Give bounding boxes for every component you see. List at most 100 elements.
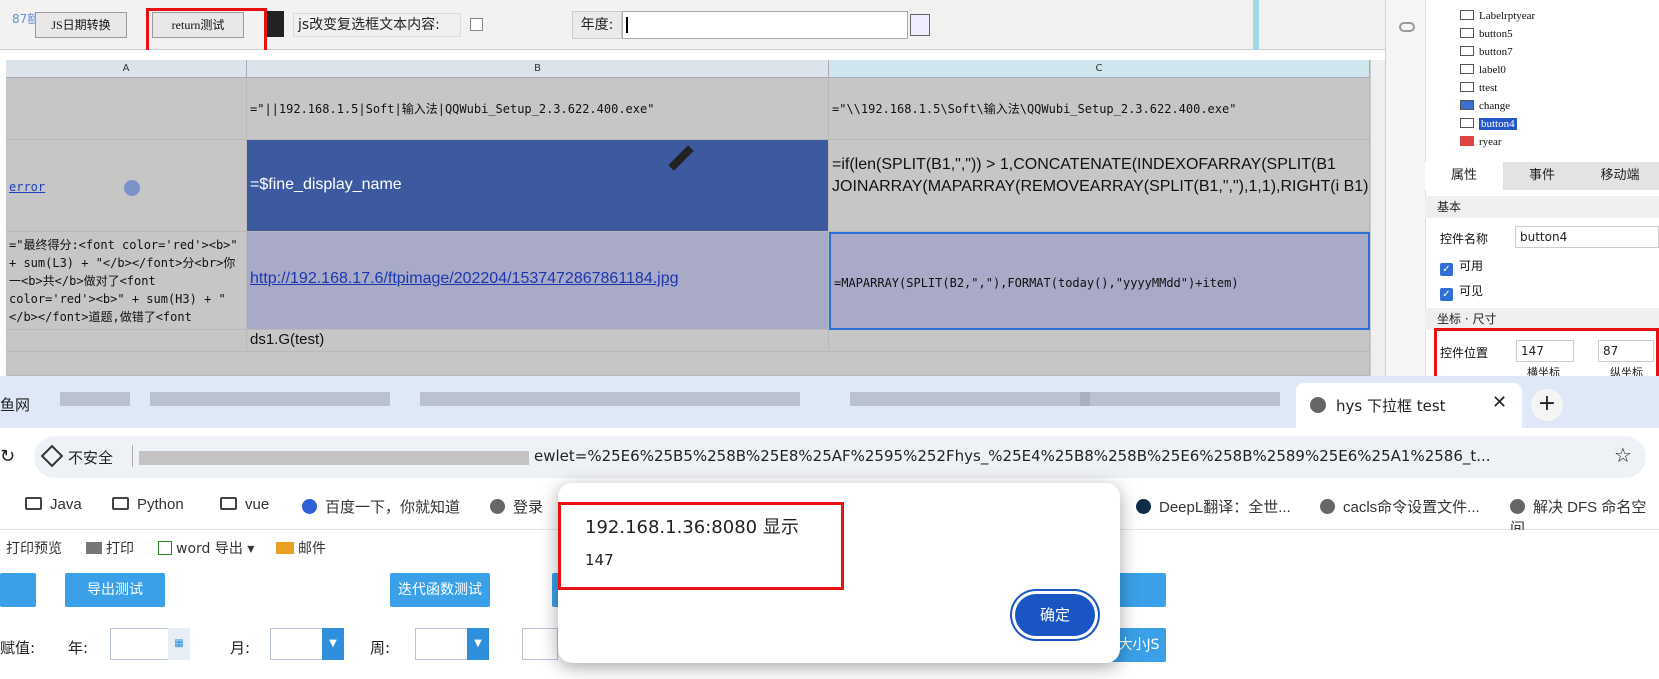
iteration-test-button[interactable]: 迭代函数测试 <box>390 573 490 607</box>
bookmark-baidu[interactable]: 百度一下，你就知道 <box>302 496 460 517</box>
error-link[interactable]: error <box>9 180 45 194</box>
col-header-c[interactable]: C <box>829 60 1370 78</box>
lock-icon[interactable] <box>264 11 284 37</box>
tree-item-label: ryear <box>1479 136 1502 148</box>
link-icon[interactable] <box>1399 22 1415 32</box>
bookmark-cacls[interactable]: cacls命令设置文件... <box>1320 496 1480 517</box>
col-header-b[interactable]: B <box>247 60 829 78</box>
tree-item-label: ttest <box>1479 82 1498 94</box>
col-header-a[interactable]: A <box>6 60 247 78</box>
print-button[interactable]: 打印 <box>86 538 134 558</box>
url-text[interactable]: ewlet=%25E6%25B5%258B%25E8%25AF%2595%252… <box>534 447 1491 465</box>
cell-c4[interactable] <box>829 330 1370 352</box>
calendar-icon[interactable]: ▦ <box>168 628 190 660</box>
panel-strip <box>1386 0 1426 376</box>
cell-a1[interactable] <box>6 78 247 140</box>
alert-dialog: 192.168.1.36:8080 显示 147 <box>558 483 1120 663</box>
dropdown-icon <box>1460 100 1474 110</box>
case-js-button[interactable]: 大小JS <box>1112 628 1166 662</box>
cell-b3[interactable]: http://192.168.17.6/ftpimage/202204/1537… <box>247 232 829 330</box>
chevron-down-icon[interactable]: ▼ <box>467 628 489 660</box>
tab-events[interactable]: 事件 <box>1503 162 1581 190</box>
cell-a2[interactable]: error <box>6 140 247 232</box>
chevron-down-icon[interactable]: ▼ <box>322 628 344 660</box>
not-secure-label[interactable]: 不安全 <box>68 447 113 468</box>
address-bar[interactable]: 不安全 ewlet=%25E6%25B5%258B%25E8%25AF%2595… <box>34 436 1646 478</box>
export-test-button[interactable]: 导出测试 <box>65 573 165 607</box>
section-basic[interactable]: 基本 <box>1425 196 1659 218</box>
chevron-down-icon[interactable] <box>124 180 140 196</box>
check-icon: ✓ <box>1440 263 1453 276</box>
tab-mobile[interactable]: 移动端 <box>1581 162 1659 190</box>
tree-item-selected[interactable]: button4 <box>1460 118 1517 130</box>
tree-item[interactable]: label0 <box>1460 64 1506 76</box>
control-name-input[interactable]: button4 <box>1515 226 1659 248</box>
close-icon[interactable]: ✕ <box>1492 392 1507 413</box>
cell-b2[interactable]: =$fine_display_name <box>247 140 829 232</box>
bookmark-vue[interactable]: vue <box>220 496 269 513</box>
print-preview-button[interactable]: 打印预览 <box>6 538 62 558</box>
image-url-link[interactable]: http://192.168.17.6/ftpimage/202204/1537… <box>250 270 679 287</box>
cell-c3[interactable]: =MAPARRAY(SPLIT(B2,","),FORMAT(today(),"… <box>829 232 1370 330</box>
property-tabs: 属性 事件 移动端 <box>1425 162 1659 190</box>
bookmark-python[interactable]: Python <box>112 496 184 513</box>
js-change-label: js改变复选框文本内容: <box>293 13 461 37</box>
extra-field[interactable] <box>522 628 558 660</box>
hidden-button-right[interactable] <box>1112 573 1166 607</box>
tree-item-label: change <box>1479 100 1511 112</box>
section-position[interactable]: 坐标 · 尺寸 <box>1425 308 1659 330</box>
button-icon <box>1460 46 1474 56</box>
warning-icon[interactable] <box>40 444 64 468</box>
enabled-option[interactable]: ✓ 可用 <box>1440 257 1483 276</box>
tree-item[interactable]: button5 <box>1460 28 1513 40</box>
reload-icon[interactable]: ↻ <box>0 446 15 467</box>
check-icon: ✓ <box>1440 288 1453 301</box>
cell-a3[interactable]: ="最终得分:<font color='red'><b>" + sum(L3) … <box>6 232 247 330</box>
cut-off-button[interactable] <box>0 573 36 607</box>
tree-item[interactable]: ryear <box>1460 136 1502 148</box>
tree-item[interactable]: button7 <box>1460 46 1513 58</box>
blurred-tab <box>150 392 390 406</box>
cell-b4[interactable]: ds1.G(test) <box>247 330 829 352</box>
cell-c1[interactable]: ="\\192.168.1.5\Soft\输入法\QQWubi_Setup_2.… <box>829 78 1370 140</box>
tree-item-label: label0 <box>1479 64 1506 76</box>
new-tab-plus-icon[interactable]: + <box>1531 389 1563 421</box>
bookmark-label: DeepL翻译：全世... <box>1159 499 1291 516</box>
tree-item-label: button4 <box>1479 118 1517 130</box>
print-label: 打印 <box>106 541 134 557</box>
visible-option[interactable]: ✓ 可见 <box>1440 282 1483 301</box>
bookmark-deepl[interactable]: DeepL翻译：全世... <box>1136 496 1291 517</box>
return-test-button[interactable]: return测试 <box>152 12 244 38</box>
bookmark-label: vue <box>245 496 270 513</box>
tree-item[interactable]: change <box>1460 100 1510 112</box>
bookmark-label: 百度一下，你就知道 <box>325 499 461 516</box>
checkbox-icon <box>1460 82 1474 92</box>
tab-properties[interactable]: 属性 <box>1425 162 1503 190</box>
mail-button[interactable]: 邮件 <box>276 538 326 558</box>
word-export-label: word 导出 <box>176 541 243 557</box>
year-input[interactable] <box>622 11 908 39</box>
cell-c2[interactable]: =if(len(SPLIT(B1,",")) > 1,CONCATENATE(I… <box>829 140 1370 232</box>
folder-icon <box>112 497 129 510</box>
y-coordinate-input[interactable]: 87 <box>1598 340 1654 362</box>
tree-item[interactable]: Labelrptyear <box>1460 10 1535 22</box>
sheet-scrollbar[interactable] <box>1370 60 1385 376</box>
year-label: 年度: <box>572 11 622 39</box>
ok-button[interactable]: 确定 <box>1015 594 1095 636</box>
active-tab[interactable]: hys 下拉框 test ✕ <box>1296 383 1522 428</box>
cell-a4[interactable] <box>6 330 247 352</box>
divider <box>1253 0 1259 50</box>
tree-item[interactable]: ttest <box>1460 82 1497 94</box>
star-icon[interactable]: ☆ <box>1614 443 1632 467</box>
blurred-host <box>139 451 529 465</box>
word-export-button[interactable]: word 导出 ▾ <box>158 538 254 558</box>
bookmark-java[interactable]: Java <box>25 496 82 513</box>
bookmark-login[interactable]: 登录 <box>490 496 543 517</box>
x-coordinate-input[interactable]: 147 <box>1516 340 1574 362</box>
row-5[interactable] <box>6 352 1370 376</box>
calendar-icon[interactable] <box>910 14 930 36</box>
date-convert-button[interactable]: JS日期转换 <box>35 12 127 38</box>
tab-fragment[interactable]: 鱼网 <box>0 394 30 415</box>
js-change-checkbox[interactable] <box>470 18 483 31</box>
cell-b1[interactable]: ="||192.168.1.5|Soft|输入法|QQWubi_Setup_2.… <box>247 78 829 140</box>
